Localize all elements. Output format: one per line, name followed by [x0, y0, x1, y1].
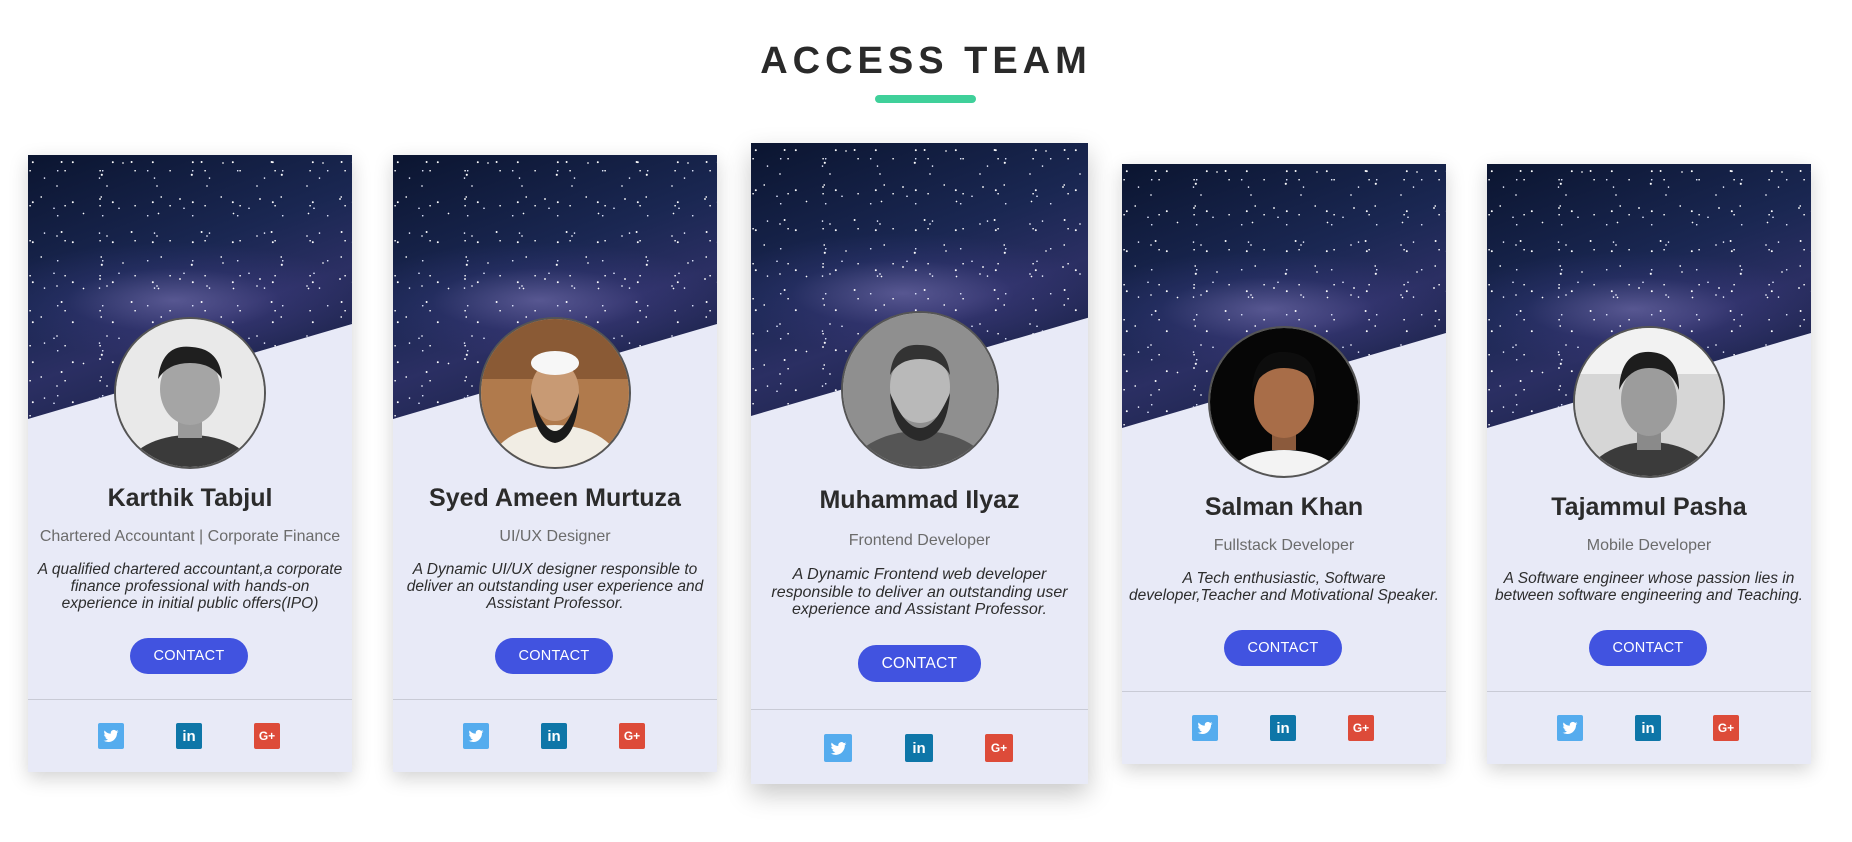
team-card-4: Salman Khan Fullstack Developer A Tech e… — [1122, 164, 1446, 764]
linkedin-icon[interactable]: in — [176, 723, 202, 749]
member-bio: A Dynamic Frontend web developer respons… — [771, 566, 1068, 618]
twitter-icon[interactable] — [1192, 715, 1218, 741]
avatar — [841, 311, 999, 469]
member-role: Chartered Accountant | Corporate Finance — [39, 528, 341, 545]
google-plus-icon[interactable]: G+ — [1348, 715, 1374, 741]
avatar — [479, 317, 631, 469]
contact-button[interactable]: CONTACT — [130, 638, 248, 674]
member-bio: A Tech enthusiastic, Software developer,… — [1129, 570, 1439, 604]
team-card-5: Tajammul Pasha Mobile Developer A Softwa… — [1487, 164, 1811, 764]
twitter-icon[interactable] — [1557, 715, 1583, 741]
google-plus-icon[interactable]: G+ — [1713, 715, 1739, 741]
contact-button[interactable]: CONTACT — [1224, 630, 1342, 666]
contact-button[interactable]: CONTACT — [858, 645, 981, 682]
card-divider — [393, 699, 717, 700]
member-name: Salman Khan — [1204, 493, 1364, 521]
google-plus-icon[interactable]: G+ — [985, 734, 1013, 762]
linkedin-icon[interactable]: in — [905, 734, 933, 762]
member-bio: A qualified chartered accountant,a corpo… — [37, 561, 343, 612]
contact-button[interactable]: CONTACT — [1589, 630, 1707, 666]
team-card-2: Syed Ameen Murtuza UI/UX Designer A Dyna… — [393, 155, 717, 772]
team-card-1: Karthik Tabjul Chartered Accountant | Co… — [28, 155, 352, 772]
card-divider — [28, 699, 352, 700]
section-title: ACCESS TEAM — [760, 40, 1092, 82]
linkedin-icon[interactable]: in — [541, 723, 567, 749]
member-role: UI/UX Designer — [499, 528, 611, 545]
member-name: Syed Ameen Murtuza — [429, 484, 681, 512]
twitter-icon[interactable] — [824, 734, 852, 762]
member-name: Muhammad Ilyaz — [819, 486, 1020, 514]
twitter-icon[interactable] — [98, 723, 124, 749]
team-card-3: Muhammad Ilyaz Frontend Developer A Dyna… — [751, 143, 1088, 784]
title-underline — [875, 95, 976, 103]
linkedin-icon[interactable]: in — [1635, 715, 1661, 741]
linkedin-icon[interactable]: in — [1270, 715, 1296, 741]
twitter-icon[interactable] — [463, 723, 489, 749]
avatar — [114, 317, 266, 469]
card-divider — [1487, 691, 1811, 692]
member-role: Fullstack Developer — [1213, 537, 1355, 554]
contact-button[interactable]: CONTACT — [495, 638, 613, 674]
avatar — [1573, 326, 1725, 478]
google-plus-icon[interactable]: G+ — [619, 723, 645, 749]
google-plus-icon[interactable]: G+ — [254, 723, 280, 749]
member-role: Frontend Developer — [848, 532, 991, 549]
card-divider — [1122, 691, 1446, 692]
member-role: Mobile Developer — [1586, 537, 1712, 554]
card-divider — [751, 709, 1088, 710]
member-bio: A Software engineer whose passion lies i… — [1495, 570, 1803, 604]
member-bio: A Dynamic UI/UX designer responsible to … — [406, 561, 704, 612]
avatar — [1208, 326, 1360, 478]
member-name: Karthik Tabjul — [107, 484, 273, 512]
member-name: Tajammul Pasha — [1551, 493, 1747, 521]
